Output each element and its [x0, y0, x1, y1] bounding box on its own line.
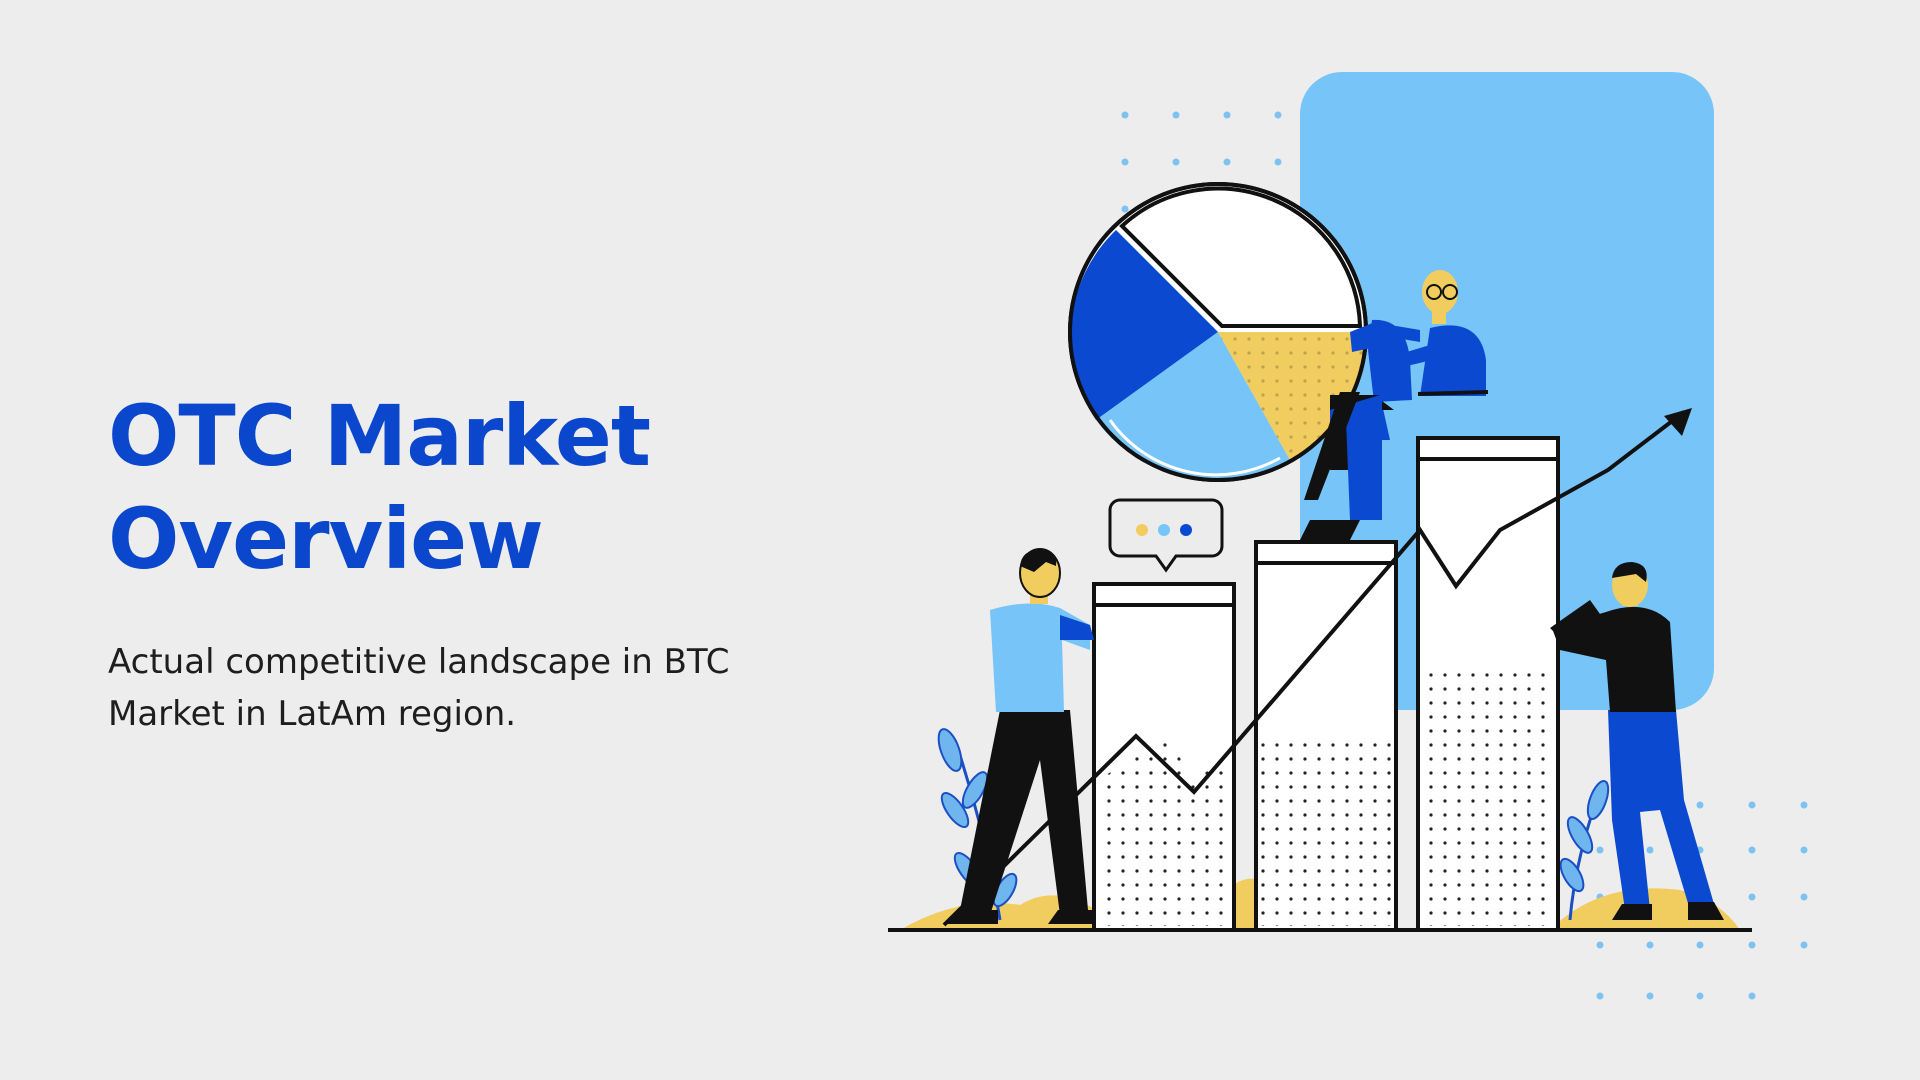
- pie-chart-graphic: [1068, 182, 1368, 482]
- speech-bubble: [1108, 498, 1224, 573]
- title-line-1: OTC Market: [108, 387, 651, 485]
- slide: OTC Market Overview Actual competitive l…: [0, 0, 1920, 1080]
- slide-subtitle: Actual competitive landscape in BTC Mark…: [108, 642, 730, 734]
- business-analytics-illustration: [888, 72, 1808, 1000]
- bar-2: [1254, 540, 1398, 932]
- bar-3: [1416, 436, 1560, 932]
- slide-title: OTC Market Overview: [108, 385, 808, 591]
- title-line-2: Overview: [108, 490, 544, 588]
